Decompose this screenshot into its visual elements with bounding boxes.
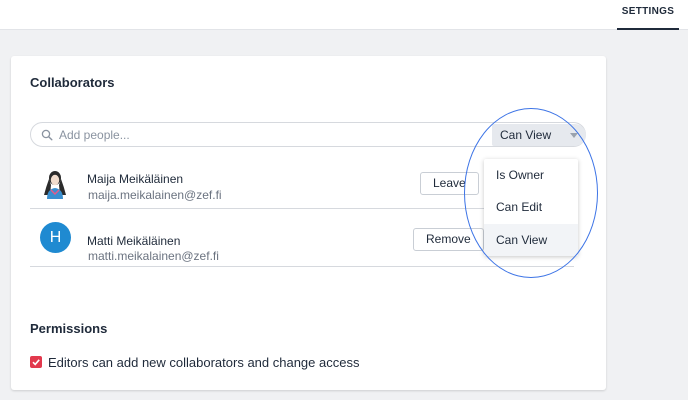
avatar — [44, 171, 66, 199]
permissions-title: Permissions — [30, 321, 108, 336]
editors-permission-checkbox[interactable] — [30, 356, 42, 368]
check-icon — [32, 359, 40, 366]
permission-label: Editors can add new collaborators and ch… — [48, 355, 360, 370]
person-email: maija.meikalainen@zef.fi — [88, 188, 222, 202]
top-bar: SETTINGS — [0, 0, 688, 30]
avatar: H — [40, 222, 71, 253]
search-input[interactable] — [59, 126, 479, 144]
person-email: matti.meikalainen@zef.fi — [88, 249, 219, 263]
collaborators-title: Collaborators — [30, 75, 115, 90]
person-name: Maija Meikäläinen — [87, 172, 184, 186]
highlight-ring — [464, 108, 598, 278]
person-name: Matti Meikäläinen — [87, 234, 181, 248]
tab-settings[interactable]: SETTINGS — [617, 0, 679, 30]
search-icon — [41, 129, 53, 141]
